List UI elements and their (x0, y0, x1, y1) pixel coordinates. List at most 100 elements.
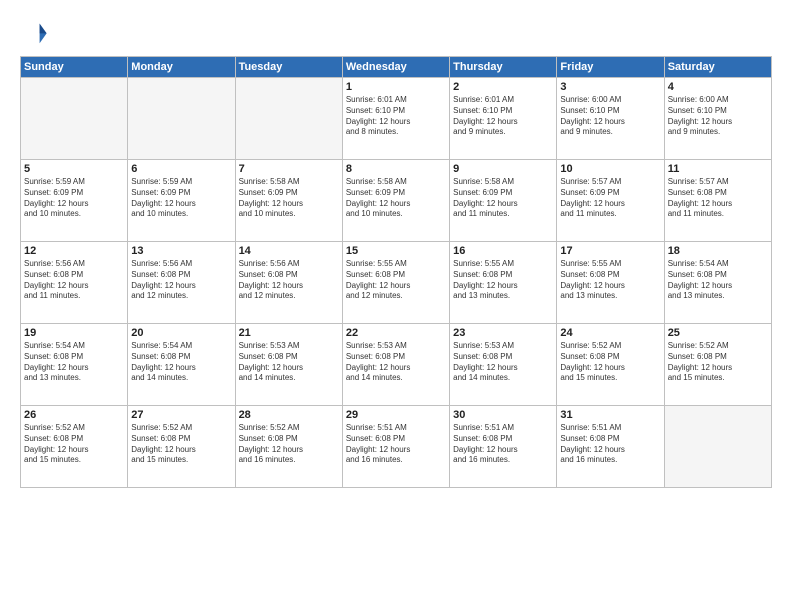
day-info: Sunrise: 5:58 AM Sunset: 6:09 PM Dayligh… (453, 177, 553, 220)
calendar-cell: 16Sunrise: 5:55 AM Sunset: 6:08 PM Dayli… (450, 242, 557, 324)
day-number: 5 (24, 163, 124, 175)
calendar-cell: 9 Sunrise: 5:58 AM Sunset: 6:09 PM Daylig… (450, 160, 557, 242)
day-number: 10 (560, 163, 660, 175)
day-number: 25 (668, 327, 768, 339)
day-info: Sunrise: 5:52 AM Sunset: 6:08 PM Dayligh… (239, 423, 339, 466)
day-info: Sunrise: 5:57 AM Sunset: 6:09 PM Dayligh… (560, 177, 660, 220)
calendar-cell: 6 Sunrise: 5:59 AM Sunset: 6:09 PM Daylig… (128, 160, 235, 242)
calendar-cell: 19Sunrise: 5:54 AM Sunset: 6:08 PM Dayli… (21, 324, 128, 406)
weekday-header-wednesday: Wednesday (342, 57, 449, 78)
weekday-header-sunday: Sunday (21, 57, 128, 78)
day-number: 15 (346, 245, 446, 257)
calendar-cell: 11 Sunrise: 5:57 AM Sunset: 6:08 PM Dayli… (664, 160, 771, 242)
day-number: 9 (453, 163, 553, 175)
calendar-cell: 1 Sunrise: 6:01 AM Sunset: 6:10 PM Daylig… (342, 78, 449, 160)
day-number: 4 (668, 81, 768, 93)
day-info: Sunrise: 5:52 AM Sunset: 6:08 PM Dayligh… (131, 423, 231, 466)
day-number: 18 (668, 245, 768, 257)
calendar-cell: 10 Sunrise: 5:57 AM Sunset: 6:09 PM Dayli… (557, 160, 664, 242)
day-number: 22 (346, 327, 446, 339)
day-number: 8 (346, 163, 446, 175)
calendar-cell: 14 Sunrise: 5:56 AM Sunset: 6:08 PM Dayli… (235, 242, 342, 324)
day-info: Sunrise: 6:01 AM Sunset: 6:10 PM Dayligh… (453, 95, 553, 138)
day-info: Sunrise: 5:53 AM Sunset: 6:08 PM Dayligh… (239, 341, 339, 384)
weekday-header-thursday: Thursday (450, 57, 557, 78)
calendar-cell: 31 Sunrise: 5:51 AM Sunset: 6:08 PM Dayli… (557, 406, 664, 488)
day-info: Sunrise: 5:53 AM Sunset: 6:08 PM Dayligh… (453, 341, 553, 384)
day-number: 16 (453, 245, 553, 257)
day-info: Sunrise: 5:55 AM Sunset: 6:08 PM Dayligh… (560, 259, 660, 302)
day-info: Sunrise: 6:00 AM Sunset: 6:10 PM Dayligh… (668, 95, 768, 138)
calendar-cell: 28Sunrise: 5:52 AM Sunset: 6:08 PM Dayli… (235, 406, 342, 488)
calendar-cell: 12Sunrise: 5:56 AM Sunset: 6:08 PM Dayli… (21, 242, 128, 324)
day-info: Sunrise: 5:56 AM Sunset: 6:08 PM Dayligh… (131, 259, 231, 302)
day-info: Sunrise: 5:54 AM Sunset: 6:08 PM Dayligh… (131, 341, 231, 384)
day-info: Sunrise: 5:59 AM Sunset: 6:09 PM Dayligh… (131, 177, 231, 220)
day-info: Sunrise: 5:51 AM Sunset: 6:08 PM Dayligh… (346, 423, 446, 466)
calendar-cell (235, 78, 342, 160)
calendar-cell (128, 78, 235, 160)
day-info: Sunrise: 5:58 AM Sunset: 6:09 PM Dayligh… (239, 177, 339, 220)
calendar-cell (664, 406, 771, 488)
weekday-header-friday: Friday (557, 57, 664, 78)
weekday-header-tuesday: Tuesday (235, 57, 342, 78)
day-number: 11 (668, 163, 768, 175)
day-number: 31 (560, 409, 660, 421)
calendar-cell (21, 78, 128, 160)
day-number: 20 (131, 327, 231, 339)
day-number: 3 (560, 81, 660, 93)
calendar: SundayMondayTuesdayWednesdayThursdayFrid… (20, 56, 772, 488)
calendar-cell: 23 Sunrise: 5:53 AM Sunset: 6:08 PM Dayli… (450, 324, 557, 406)
calendar-cell: 2 Sunrise: 6:01 AM Sunset: 6:10 PM Daylig… (450, 78, 557, 160)
weekday-header-monday: Monday (128, 57, 235, 78)
day-number: 29 (346, 409, 446, 421)
calendar-cell: 27 Sunrise: 5:52 AM Sunset: 6:08 PM Dayli… (128, 406, 235, 488)
day-info: Sunrise: 5:52 AM Sunset: 6:08 PM Dayligh… (668, 341, 768, 384)
calendar-cell: 21Sunrise: 5:53 AM Sunset: 6:08 PM Dayli… (235, 324, 342, 406)
day-info: Sunrise: 5:55 AM Sunset: 6:08 PM Dayligh… (346, 259, 446, 302)
calendar-cell: 30Sunrise: 5:51 AM Sunset: 6:08 PM Dayli… (450, 406, 557, 488)
week-row-3: 12Sunrise: 5:56 AM Sunset: 6:08 PM Dayli… (21, 242, 772, 324)
day-info: Sunrise: 5:56 AM Sunset: 6:08 PM Dayligh… (24, 259, 124, 302)
page: SundayMondayTuesdayWednesdayThursdayFrid… (0, 0, 792, 612)
day-number: 13 (131, 245, 231, 257)
day-number: 7 (239, 163, 339, 175)
day-number: 1 (346, 81, 446, 93)
day-info: Sunrise: 5:58 AM Sunset: 6:09 PM Dayligh… (346, 177, 446, 220)
day-info: Sunrise: 5:51 AM Sunset: 6:08 PM Dayligh… (453, 423, 553, 466)
day-info: Sunrise: 5:59 AM Sunset: 6:09 PM Dayligh… (24, 177, 124, 220)
calendar-cell: 17Sunrise: 5:55 AM Sunset: 6:08 PM Dayli… (557, 242, 664, 324)
day-info: Sunrise: 5:54 AM Sunset: 6:08 PM Dayligh… (668, 259, 768, 302)
logo (20, 18, 52, 46)
day-number: 26 (24, 409, 124, 421)
week-row-1: 1 Sunrise: 6:01 AM Sunset: 6:10 PM Daylig… (21, 78, 772, 160)
calendar-cell: 4 Sunrise: 6:00 AM Sunset: 6:10 PM Daylig… (664, 78, 771, 160)
calendar-cell: 7 Sunrise: 5:58 AM Sunset: 6:09 PM Daylig… (235, 160, 342, 242)
day-number: 2 (453, 81, 553, 93)
day-info: Sunrise: 5:57 AM Sunset: 6:08 PM Dayligh… (668, 177, 768, 220)
day-number: 14 (239, 245, 339, 257)
day-number: 23 (453, 327, 553, 339)
day-info: Sunrise: 5:56 AM Sunset: 6:08 PM Dayligh… (239, 259, 339, 302)
calendar-cell: 15 Sunrise: 5:55 AM Sunset: 6:08 PM Dayli… (342, 242, 449, 324)
calendar-cell: 18 Sunrise: 5:54 AM Sunset: 6:08 PM Dayli… (664, 242, 771, 324)
calendar-cell: 3 Sunrise: 6:00 AM Sunset: 6:10 PM Daylig… (557, 78, 664, 160)
day-info: Sunrise: 6:01 AM Sunset: 6:10 PM Dayligh… (346, 95, 446, 138)
day-number: 27 (131, 409, 231, 421)
day-info: Sunrise: 5:51 AM Sunset: 6:08 PM Dayligh… (560, 423, 660, 466)
calendar-cell: 13 Sunrise: 5:56 AM Sunset: 6:08 PM Dayli… (128, 242, 235, 324)
calendar-cell: 24Sunrise: 5:52 AM Sunset: 6:08 PM Dayli… (557, 324, 664, 406)
day-number: 19 (24, 327, 124, 339)
day-info: Sunrise: 6:00 AM Sunset: 6:10 PM Dayligh… (560, 95, 660, 138)
day-info: Sunrise: 5:53 AM Sunset: 6:08 PM Dayligh… (346, 341, 446, 384)
week-row-2: 5 Sunrise: 5:59 AM Sunset: 6:09 PM Daylig… (21, 160, 772, 242)
calendar-cell: 25 Sunrise: 5:52 AM Sunset: 6:08 PM Dayli… (664, 324, 771, 406)
week-row-5: 26 Sunrise: 5:52 AM Sunset: 6:08 PM Dayli… (21, 406, 772, 488)
day-info: Sunrise: 5:52 AM Sunset: 6:08 PM Dayligh… (24, 423, 124, 466)
day-number: 6 (131, 163, 231, 175)
calendar-cell: 20 Sunrise: 5:54 AM Sunset: 6:08 PM Dayli… (128, 324, 235, 406)
calendar-cell: 8 Sunrise: 5:58 AM Sunset: 6:09 PM Daylig… (342, 160, 449, 242)
calendar-cell: 22 Sunrise: 5:53 AM Sunset: 6:08 PM Dayli… (342, 324, 449, 406)
calendar-cell: 26 Sunrise: 5:52 AM Sunset: 6:08 PM Dayli… (21, 406, 128, 488)
weekday-header-row: SundayMondayTuesdayWednesdayThursdayFrid… (21, 57, 772, 78)
